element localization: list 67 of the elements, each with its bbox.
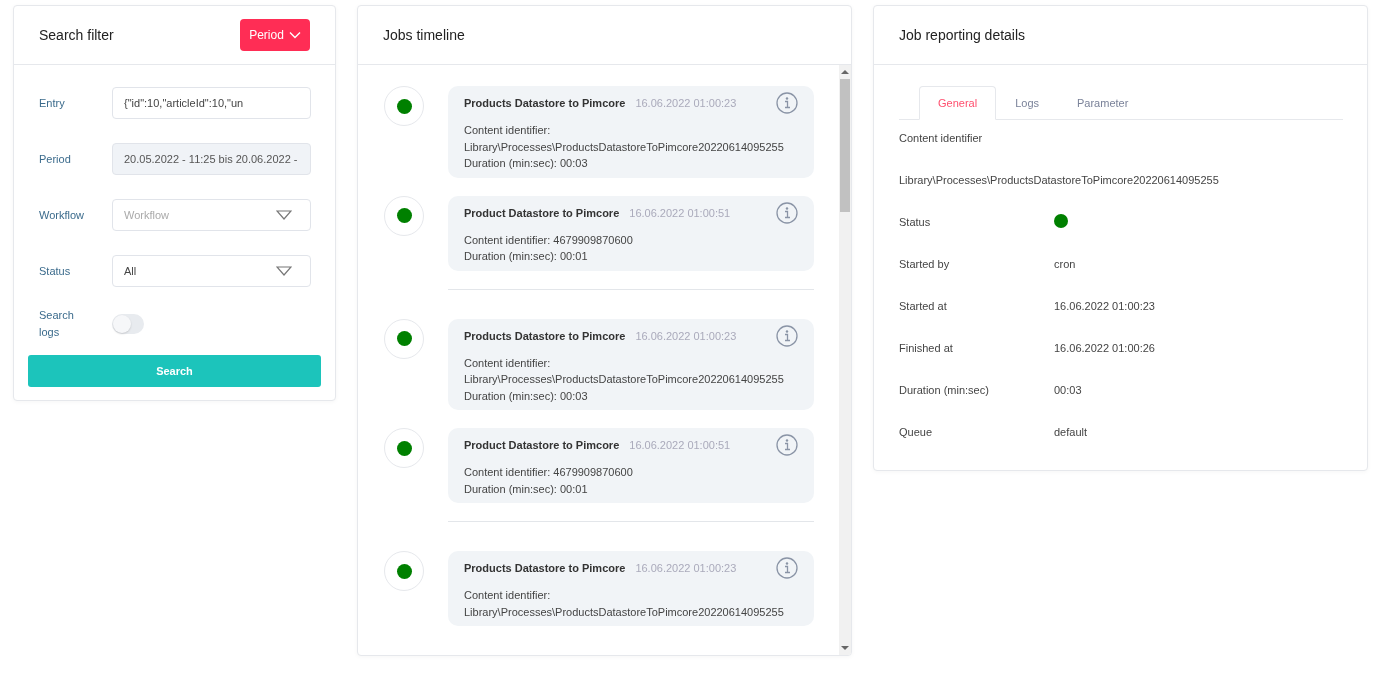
job-time: 16.06.2022 01:00:51: [629, 439, 732, 451]
detail-label: Started by: [899, 258, 951, 270]
info-icon: [776, 201, 798, 224]
chevron-down-icon: [288, 31, 301, 39]
detail-label: Content identifier: [899, 132, 984, 146]
period-button[interactable]: Period: [240, 19, 310, 51]
info-icon: [776, 557, 798, 579]
job-time: 16.06.2022 01:00:23: [635, 562, 738, 574]
job-time: 16.06.2022 01:00:23: [635, 97, 738, 109]
job-detail-text: Content identifier: 4679909870600: [464, 465, 634, 480]
scroll-down-arrow-icon: [841, 645, 849, 651]
job-card[interactable]: Products Datastore to Pimcore 16.06.2022 01:00:23 Content identifier: Library\Processes\ProductsDatastoreToPimcore20220614095255 Duration (min:sec): 00:03: [448, 86, 814, 178]
scrollbar[interactable]: [839, 65, 851, 655]
dropdown-triangle-icon: [276, 266, 292, 276]
toggle-switch[interactable]: [112, 314, 144, 334]
tab[interactable]: Parameter: [1058, 86, 1148, 120]
job-detail-text: Content identifier: 4679909870600: [464, 232, 634, 248]
detail-value: 16.06.2022 01:00:26: [1054, 342, 1155, 354]
field-label: Workflow: [39, 207, 86, 223]
panel-title: Search filter: [39, 27, 114, 43]
detail-label: Started at: [899, 300, 948, 312]
detail-label: Duration (min:sec): [899, 384, 990, 396]
tab[interactable]: Logs: [996, 86, 1058, 120]
job-name: Products Datastore to Pimcore: [464, 97, 626, 109]
input-field[interactable]: {"id":10,"articleId":10,"un: [112, 87, 311, 119]
detail-value: 16.06.2022 01:00:23: [1054, 300, 1155, 312]
detail-value: default: [1054, 426, 1088, 438]
field-label: Search logs: [39, 308, 75, 340]
dropdown-triangle-icon: [276, 210, 292, 220]
job-time: 16.06.2022 01:00:23: [635, 329, 738, 342]
info-icon: [776, 92, 798, 114]
panel-title: Jobs timeline: [383, 27, 465, 43]
job-detail-text: Content identifier:: [464, 588, 552, 603]
job-detail-text: Duration (min:sec): 00:03: [464, 388, 589, 404]
job-name: Products Datastore to Pimcore: [464, 329, 626, 342]
input-field: 20.05.2022 - 11:25 bis 20.06.2022 -: [112, 143, 311, 175]
detail-label: Status: [899, 216, 932, 228]
job-detail-text: Library\Processes\ProductsDatastoreToPimcore20220614095255: [464, 372, 785, 387]
job-detail-text: Library\Processes\ProductsDatastoreToPimcore20220614095255: [464, 139, 785, 155]
panel-title: Job reporting details: [899, 27, 1026, 43]
scroll-up-arrow-icon: [841, 69, 849, 75]
select-field[interactable]: All: [112, 255, 311, 287]
detail-value: cron: [1054, 258, 1076, 270]
job-card[interactable]: Products Datastore to Pimcore 16.06.2022 01:00:23 Content identifier: Library\Processes\ProductsDatastoreToPimcore20220614095255 Duration (min:sec): 00:03: [448, 318, 814, 410]
job-detail-text: Duration (min:sec): 00:03: [464, 156, 589, 171]
job-card[interactable]: Product Datastore to Pimcore 16.06.2022 01:00:51 Content identifier: 4679909870600 Duration (min:sec): 00:01: [448, 428, 814, 503]
job-detail-text: Library\Processes\ProductsDatastoreToPimcore20220614095255: [464, 604, 785, 620]
job-name: Product Datastore to Pimcore: [464, 439, 620, 451]
detail-value: Library\Processes\ProductsDatastoreToPimcore20220614095255: [899, 174, 1220, 188]
job-detail-text: Content identifier:: [464, 355, 552, 371]
job-detail-text: Duration (min:sec): 00:01: [464, 481, 589, 497]
detail-label: Finished at: [899, 342, 954, 354]
field-label: Period: [39, 151, 72, 167]
field-label: Status: [39, 263, 72, 279]
detail-label: Queue: [899, 426, 934, 438]
info-icon: [776, 324, 798, 347]
info-icon: [776, 434, 798, 456]
job-name: Product Datastore to Pimcore: [464, 206, 620, 219]
scrollbar-thumb[interactable]: [840, 79, 850, 212]
job-name: Products Datastore to Pimcore: [464, 562, 626, 574]
job-card[interactable]: Products Datastore to Pimcore 16.06.2022 01:00:23 Content identifier: Library\Processes\ProductsDatastoreToPimcore20220614095255: [448, 551, 814, 626]
detail-value: 00:03: [1054, 384, 1082, 396]
job-time: 16.06.2022 01:00:51: [629, 206, 732, 219]
job-detail-text: Duration (min:sec): 00:01: [464, 249, 589, 264]
field-label: Entry: [39, 95, 66, 111]
job-detail-text: Content identifier:: [464, 123, 552, 138]
job-card[interactable]: Product Datastore to Pimcore 16.06.2022 01:00:51 Content identifier: 4679909870600 Duration (min:sec): 00:01: [448, 195, 814, 271]
